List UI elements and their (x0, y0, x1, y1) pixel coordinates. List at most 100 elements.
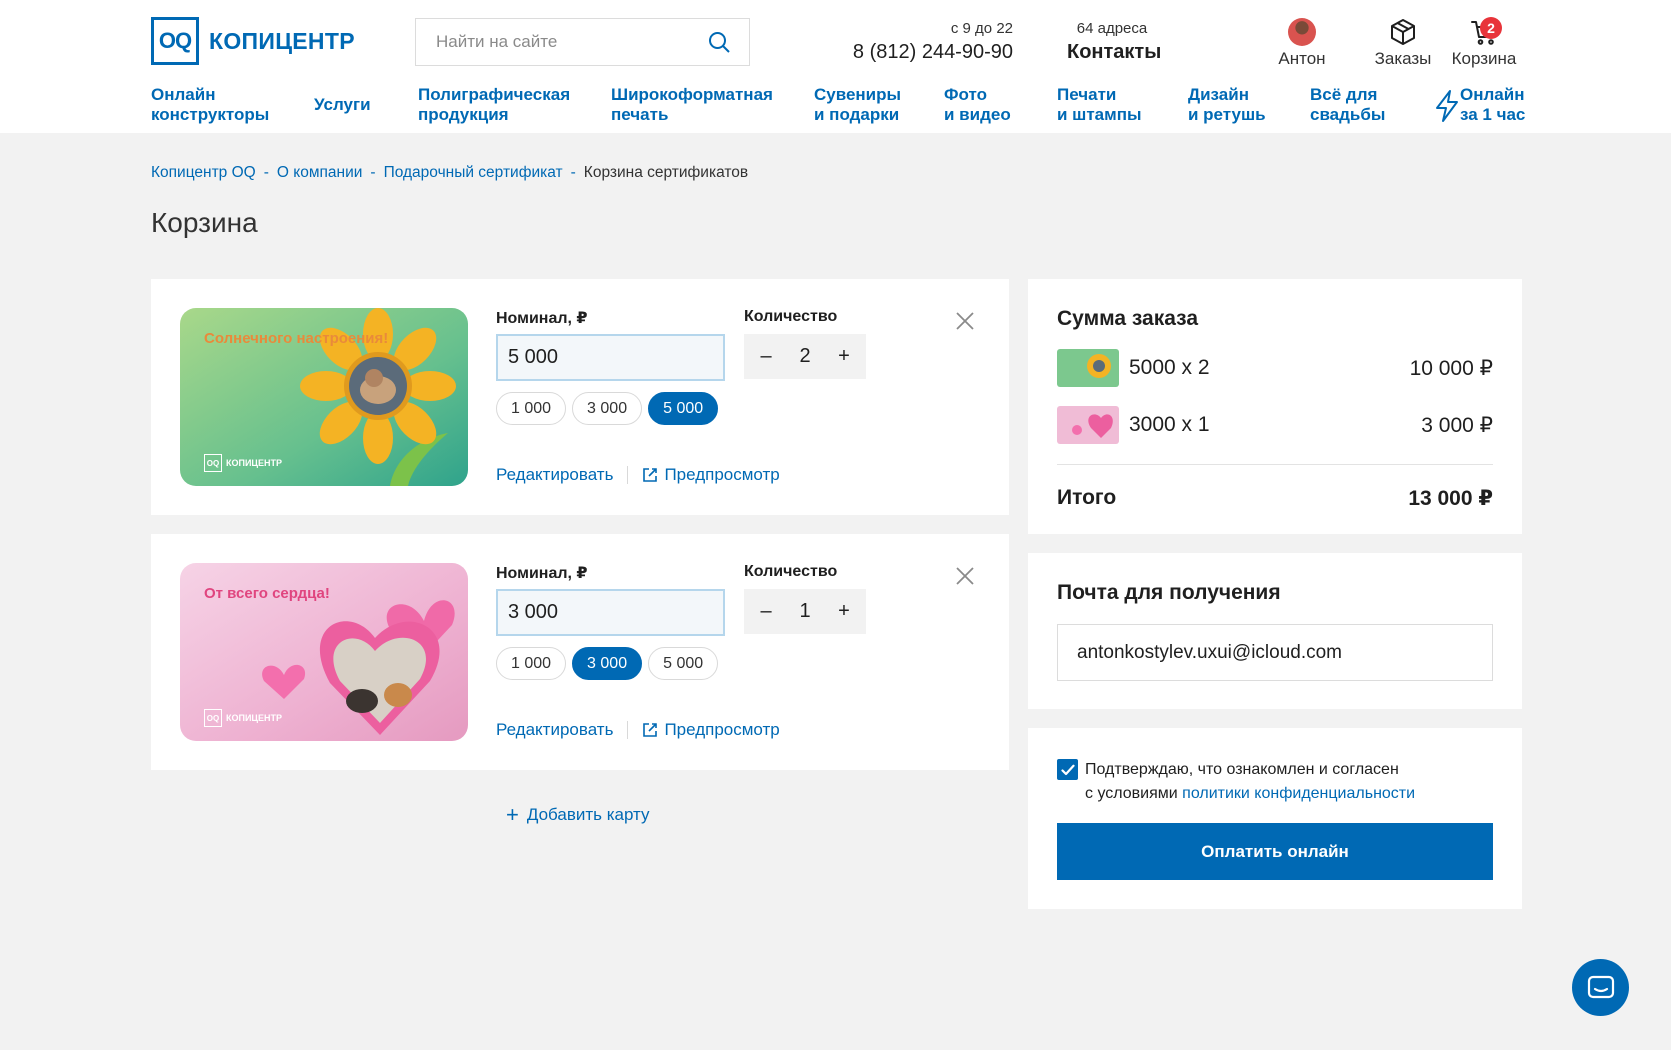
logo-mark: OQ (151, 17, 199, 65)
search-input[interactable] (436, 32, 707, 52)
chat-button[interactable] (1572, 959, 1629, 1016)
nav-item-wedding[interactable]: Всё для свадьбы (1310, 85, 1385, 125)
nominal-label: Номинал, ₽ (496, 310, 588, 327)
preview-link[interactable]: Предпросмотр (664, 720, 779, 740)
summary-title: Сумма заказа (1057, 307, 1199, 330)
pay-online-button[interactable]: Оплатить онлайн (1057, 823, 1493, 880)
page-title: Корзина (151, 207, 258, 238)
logo[interactable]: OQ КОПИЦЕНТР (151, 17, 355, 65)
nav-item-souvenirs[interactable]: Сувениры и подарки (814, 85, 901, 125)
quantity-label: Количество (744, 563, 838, 580)
nominal-chip-5000[interactable]: 5 000 (648, 647, 719, 680)
lightning-icon (1436, 90, 1458, 122)
certificate-image[interactable]: Солнечного настроения! OQ КОПИЦЕНТР (180, 308, 468, 486)
nav-item-photo-video[interactable]: Фото и видео (944, 85, 1011, 125)
breadcrumb: Копицентр OQ - О компании - Подарочный с… (151, 164, 748, 182)
external-link-icon (643, 723, 658, 737)
increase-button[interactable]: + (832, 600, 856, 623)
addresses-count: 64 адреса (1076, 20, 1148, 37)
certificate-logo: OQ КОПИЦЕНТР (204, 454, 282, 472)
summary-total: Итого 13 000 ₽ (1057, 486, 1493, 511)
nav-item-services[interactable]: Услуги (314, 95, 371, 115)
main-nav: Онлайн конструкторы Услуги Полиграфическа… (0, 85, 1671, 125)
summary-row: 3000 x 1 3 000 ₽ (1057, 405, 1493, 445)
orders-link[interactable]: Заказы (1372, 18, 1434, 69)
nav-item-stamps[interactable]: Печати и штампы (1057, 85, 1142, 125)
nav-item-design[interactable]: Дизайн и ретушь (1188, 85, 1266, 125)
avatar (1288, 18, 1316, 46)
nominal-chip-1000[interactable]: 1 000 (496, 647, 567, 680)
logo-text: КОПИЦЕНТР (209, 27, 355, 54)
breadcrumb-home[interactable]: Копицентр OQ (151, 164, 256, 182)
summary-item-price: 10 000 ₽ (1409, 356, 1493, 380)
working-hours: с 9 до 22 (950, 20, 1013, 37)
divider (627, 721, 629, 739)
cart-item: Солнечного настроения! OQ КОПИЦЕНТР Номин… (151, 279, 1009, 515)
increase-button[interactable]: + (832, 345, 856, 368)
nominal-input[interactable] (496, 334, 725, 381)
close-icon[interactable] (955, 566, 975, 586)
nominal-chip-5000[interactable]: 5 000 (648, 392, 719, 425)
edit-link[interactable]: Редактировать (496, 720, 613, 740)
summary-item-name: 5000 x 2 (1129, 356, 1210, 379)
summary-row: 5000 x 2 10 000 ₽ (1057, 348, 1493, 388)
add-card-button[interactable]: + Добавить карту (506, 802, 650, 828)
breadcrumb-separator: - (370, 164, 376, 181)
quantity-value: 2 (799, 345, 811, 367)
breadcrumb-separator: - (263, 164, 269, 181)
cart-item: От всего сердца! OQ КОПИЦЕНТР Номинал, ₽ … (151, 534, 1009, 770)
nominal-label: Номинал, ₽ (496, 565, 588, 582)
edit-link[interactable]: Редактировать (496, 465, 613, 485)
user-name: Антон (1278, 49, 1326, 68)
payment-panel: Подтверждаю, что ознакомлен и согласен с… (1028, 728, 1522, 909)
summary-thumbnail (1057, 349, 1119, 387)
certificate-logo: OQ КОПИЦЕНТР (204, 709, 282, 727)
nominal-chips: 1 000 3 000 5 000 (496, 647, 719, 680)
summary-thumbnail (1057, 406, 1119, 444)
decrease-button[interactable]: – (754, 600, 778, 623)
nominal-chips: 1 000 3 000 5 000 (496, 392, 719, 425)
quantity-label: Количество (744, 308, 838, 325)
user-menu[interactable]: Антон (1275, 18, 1329, 69)
nominal-chip-3000[interactable]: 3 000 (572, 647, 643, 680)
nav-item-online-constructors[interactable]: Онлайн конструкторы (151, 85, 269, 125)
phone-number[interactable]: 8 (812) 244-90-90 (853, 41, 1013, 64)
quantity-stepper: – 2 + (744, 334, 866, 379)
nav-item-polygraphy[interactable]: Полиграфическая продукция (418, 85, 570, 125)
email-title: Почта для получения (1057, 581, 1281, 604)
quantity-stepper: – 1 + (744, 589, 866, 634)
order-summary: Сумма заказа 5000 x 2 10 000 ₽ 3000 x 1 … (1028, 279, 1522, 534)
breadcrumb-gift-certificate[interactable]: Подарочный сертификат (384, 164, 563, 182)
certificate-caption: Солнечного настроения! (204, 330, 389, 347)
cart-link[interactable]: 2 Корзина (1450, 17, 1518, 69)
consent-checkbox[interactable] (1057, 759, 1078, 780)
close-icon[interactable] (955, 311, 975, 331)
search-box (415, 18, 750, 66)
divider (1057, 464, 1493, 465)
nav-item-online-1-hour[interactable]: Онлайн за 1 час (1460, 85, 1525, 125)
decrease-button[interactable]: – (754, 345, 778, 368)
check-icon (1060, 764, 1075, 775)
nominal-chip-1000[interactable]: 1 000 (496, 392, 567, 425)
cart-count-badge: 2 (1480, 17, 1502, 39)
nominal-chip-3000[interactable]: 3 000 (572, 392, 643, 425)
external-link-icon (643, 468, 658, 482)
add-card-label: Добавить карту (526, 805, 650, 824)
orders-label: Заказы (1374, 49, 1432, 68)
certificate-caption: От всего сердца! (204, 585, 330, 602)
summary-item-price: 3 000 ₽ (1421, 413, 1493, 437)
breadcrumb-separator: - (570, 164, 576, 181)
nominal-input[interactable] (496, 589, 725, 636)
email-field[interactable] (1057, 624, 1493, 681)
breadcrumb-current: Корзина сертификатов (583, 164, 749, 181)
certificate-image[interactable]: От всего сердца! OQ КОПИЦЕНТР (180, 563, 468, 741)
search-icon[interactable] (707, 30, 731, 54)
breadcrumb-about[interactable]: О компании (277, 164, 363, 182)
privacy-policy-link[interactable]: политики конфиденциальности (1182, 785, 1415, 802)
nav-item-wide-format[interactable]: Широкоформатная печать (611, 85, 773, 125)
contacts-link[interactable]: Контакты (1067, 41, 1161, 64)
preview-link[interactable]: Предпросмотр (664, 465, 779, 485)
item-actions: Редактировать Предпросмотр (496, 465, 780, 485)
summary-item-name: 3000 x 1 (1129, 413, 1210, 436)
cart-label: Корзина (1451, 49, 1517, 68)
